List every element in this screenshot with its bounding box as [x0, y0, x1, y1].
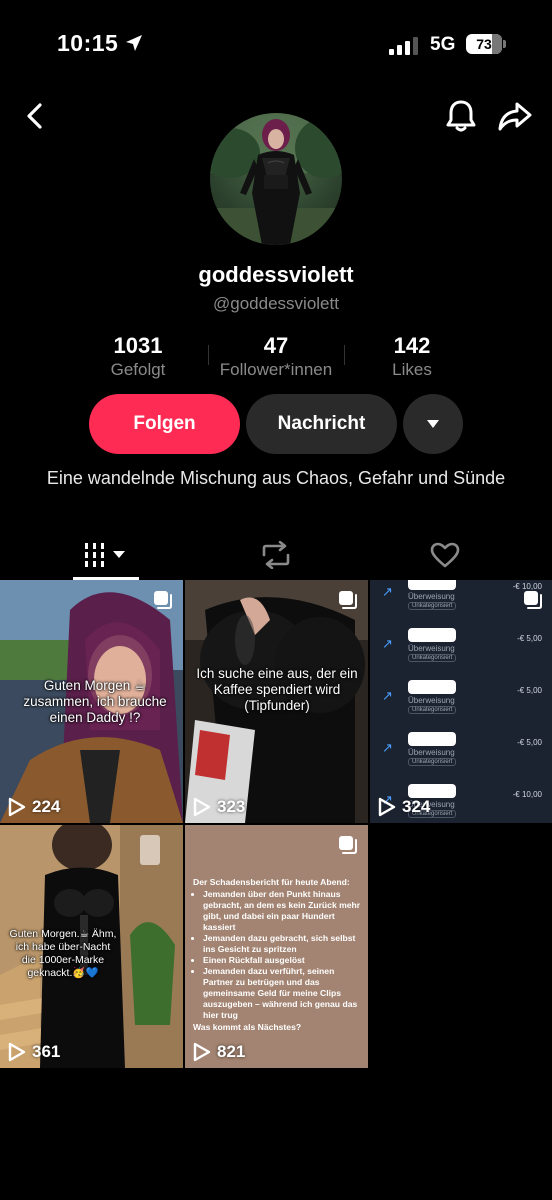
- share-arrow-icon[interactable]: [497, 100, 533, 132]
- view-count-text: 821: [217, 1042, 246, 1061]
- ledger-type: Überweisung: [408, 644, 455, 653]
- repost-icon: [262, 541, 290, 569]
- stat-following[interactable]: 1031 Gefolgt: [73, 333, 203, 380]
- report-item: Jemanden über den Punkt hinaus gebracht,…: [203, 889, 361, 933]
- video-tile[interactable]: Guten Morgen.☕ Ähm, ich habe über-Nacht …: [0, 825, 183, 1068]
- multi-image-icon: [339, 591, 357, 609]
- view-count-text: 224: [32, 797, 61, 816]
- battery-icon: 73: [466, 34, 506, 54]
- report-title: Der Schadensbericht für heute Abend:: [193, 877, 350, 887]
- following-count: 1031: [113, 333, 163, 358]
- ledger-tag: Unkategorisiert: [408, 706, 457, 714]
- video-caption: Guten Morgen.☕ Ähm, ich habe über-Nacht …: [9, 928, 117, 979]
- followers-count: 47: [263, 333, 289, 358]
- stat-followers[interactable]: 47 Follower*innen: [211, 333, 341, 380]
- ledger-amount: -€ 5,00: [517, 738, 542, 747]
- ledger-row: ↗ Überweisung Unkategorisiert -€ 5,00: [380, 726, 546, 772]
- view-count: 821: [193, 1042, 245, 1062]
- ledger-row: ↗ Überweisung Unkategorisiert -€ 5,00: [380, 622, 546, 668]
- play-outline-icon: [8, 797, 26, 817]
- follow-button[interactable]: Folgen: [89, 394, 240, 454]
- transfer-arrow-icon: ↗: [382, 688, 393, 703]
- redacted-name: [408, 580, 456, 590]
- ledger-amount: -€ 5,00: [517, 686, 542, 695]
- heart-icon: [430, 542, 460, 568]
- video-tile[interactable]: Ich suche eine aus, der ein Kaffee spend…: [185, 580, 368, 823]
- tab-liked[interactable]: [412, 532, 478, 578]
- battery-percent: 73: [476, 36, 492, 52]
- profile-bio: Eine wandelnde Mischung aus Chaos, Gefah…: [46, 468, 506, 488]
- view-count: 323: [193, 797, 245, 817]
- multi-image-icon: [524, 591, 542, 609]
- status-bar: 10:15 5G 73: [0, 0, 552, 90]
- caret-down-icon: [427, 420, 439, 428]
- video-tile[interactable]: ↗ Überweisung Unkategorisiert -€ 10,00 ↗…: [370, 580, 552, 823]
- play-outline-icon: [8, 1042, 26, 1062]
- report-item: Jemanden dazu verführt, seinen Partner z…: [203, 966, 361, 1021]
- view-count: 224: [8, 797, 60, 817]
- view-count: 324: [378, 797, 430, 817]
- view-count-text: 324: [402, 797, 431, 816]
- ledger-amount: -€ 5,00: [517, 634, 542, 643]
- transfer-arrow-icon: ↗: [382, 740, 393, 755]
- report-list: Jemanden über den Punkt hinaus gebracht,…: [203, 889, 361, 1021]
- ledger-type: Überweisung: [408, 748, 455, 757]
- redacted-name: [408, 628, 456, 642]
- report-text: Der Schadensbericht für heute Abend: Jem…: [193, 877, 361, 1033]
- ledger-type: Überweisung: [408, 592, 455, 601]
- report-item: Einen Rückfall ausgelöst: [203, 955, 361, 966]
- view-count-text: 323: [217, 797, 246, 816]
- profile-display-name: goddessviolett: [198, 262, 354, 287]
- network-type: 5G: [430, 34, 456, 55]
- followers-label: Follower*innen: [219, 360, 333, 379]
- view-count-text: 361: [32, 1042, 61, 1061]
- redacted-name: [408, 784, 456, 798]
- tab-reposts[interactable]: [243, 532, 309, 578]
- ledger-row: ↗ Überweisung Unkategorisiert -€ 5,00: [380, 674, 546, 720]
- stat-divider: [344, 345, 345, 365]
- video-caption: Guten Morgen ☕ zusammen, ich brauche ein…: [23, 678, 167, 725]
- video-caption: Ich suche eine aus, der ein Kaffee spend…: [196, 666, 358, 713]
- stat-likes[interactable]: 142 Likes: [347, 333, 477, 380]
- ledger-tag: Unkategorisiert: [408, 654, 457, 662]
- more-options-button[interactable]: [403, 394, 463, 454]
- transfer-arrow-icon: ↗: [382, 584, 393, 599]
- content-tabs: [0, 532, 552, 580]
- report-footer: Was kommt als Nächstes?: [193, 1022, 302, 1032]
- transfer-arrow-icon: ↗: [382, 636, 393, 651]
- video-tile[interactable]: Guten Morgen ☕ zusammen, ich brauche ein…: [0, 580, 183, 823]
- ledger-tag: Unkategorisiert: [408, 602, 457, 610]
- stat-divider: [208, 345, 209, 365]
- profile-avatar[interactable]: [210, 113, 342, 245]
- cellular-signal-icon: [389, 37, 418, 55]
- video-tile[interactable]: Der Schadensbericht für heute Abend: Jem…: [185, 825, 368, 1068]
- ledger-type: Überweisung: [408, 696, 455, 705]
- view-count: 361: [8, 1042, 60, 1062]
- redacted-name: [408, 732, 456, 746]
- multi-image-icon: [339, 836, 357, 854]
- likes-count: 142: [393, 333, 431, 358]
- notification-bell-icon[interactable]: [444, 98, 478, 134]
- grid-icon: [85, 543, 125, 567]
- likes-label: Likes: [392, 360, 432, 379]
- status-time: 10:15: [57, 30, 119, 56]
- tab-videos[interactable]: [73, 532, 139, 578]
- avatar-image: [210, 113, 342, 245]
- back-chevron-icon[interactable]: [20, 100, 52, 132]
- following-label: Gefolgt: [110, 360, 166, 379]
- play-outline-icon: [378, 797, 396, 817]
- ledger-amount: -€ 10,00: [512, 790, 542, 799]
- report-item: Jemanden dazu gebracht, sich selbst ins …: [203, 933, 361, 955]
- redacted-name: [408, 680, 456, 694]
- profile-handle: @goddessviolett: [213, 294, 339, 313]
- message-button[interactable]: Nachricht: [246, 394, 397, 454]
- ledger-tag: Unkategorisiert: [408, 758, 457, 766]
- play-outline-icon: [193, 797, 211, 817]
- multi-image-icon: [154, 591, 172, 609]
- play-outline-icon: [193, 1042, 211, 1062]
- location-arrow-icon: [126, 35, 142, 51]
